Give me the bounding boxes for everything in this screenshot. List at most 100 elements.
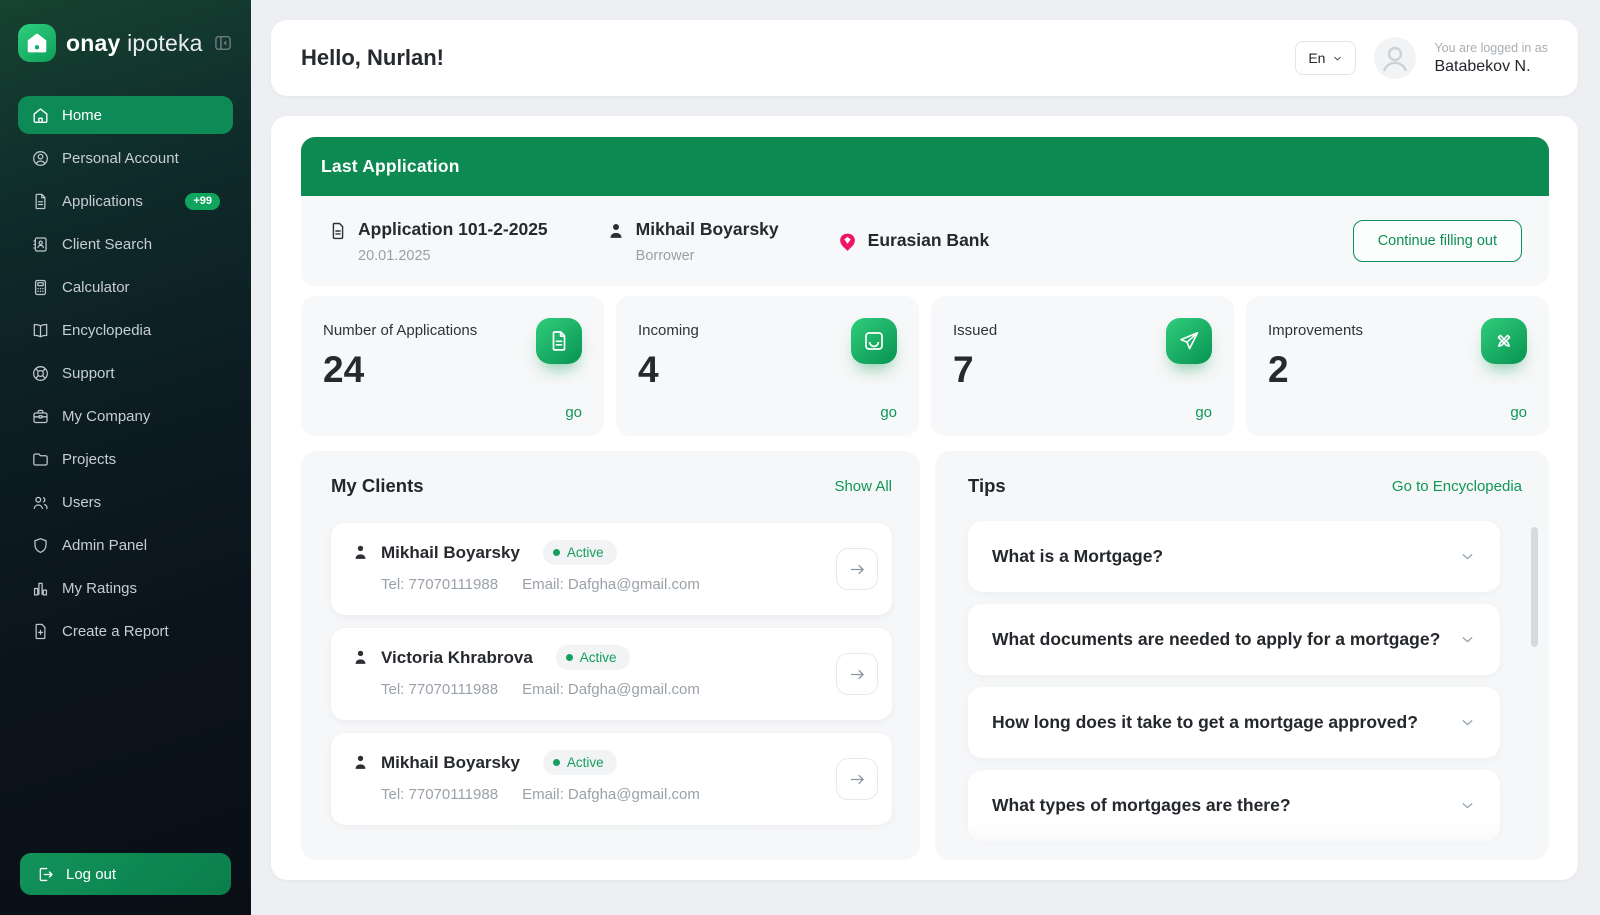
crossed-pencils-icon [1481,318,1527,364]
calculator-icon [31,278,50,297]
page-title: Hello, Nurlan! [301,45,445,70]
client-open-button[interactable] [836,758,878,800]
house-logo-icon [25,31,49,55]
sidebar-item-label: Encyclopedia [62,321,152,339]
sidebar-item-label: My Company [62,407,151,425]
paper-plane-icon [1166,318,1212,364]
faq-question: What documents are needed to apply for a… [992,629,1441,649]
brand-bold: onay [66,29,121,56]
sidebar-item-applications[interactable]: Applications +99 [18,182,233,220]
status-badge: Active [555,645,630,670]
go-link[interactable]: go [565,404,582,421]
sidebar-item-support[interactable]: Support [18,354,233,392]
dashboard-card: Last Application Application 101-2-2025 … [271,116,1578,880]
stat-card-incoming: Incoming 4 go [616,296,919,436]
borrower-name: Mikhail Boyarsky [635,218,779,239]
faq-item[interactable]: How long does it take to get a mortgage … [968,687,1500,758]
sidebar-collapse-button[interactable] [213,33,233,53]
home-icon [31,106,50,125]
sidebar-item-my-company[interactable]: My Company [18,397,233,435]
status-dot [552,759,560,766]
client-email: Email: Dafgha@gmail.com [522,681,700,698]
client-name: Victoria Khrabrova [381,647,533,667]
status-text: Active [566,545,604,560]
sidebar-item-label: Projects [62,450,117,468]
sidebar: onay ipoteka Home Personal Account Appli… [0,0,251,915]
logout-button[interactable]: Log out [20,853,231,895]
sidebar-item-calculator[interactable]: Calculator [18,268,233,306]
chevron-down-icon [1459,797,1476,814]
avatar[interactable] [1374,37,1417,79]
lifebuoy-icon [31,364,50,383]
users-icon [31,493,50,512]
faq-question: What is a Mortgage? [992,546,1164,566]
sidebar-item-admin-panel[interactable]: Admin Panel [18,526,233,564]
contact-book-icon [31,235,50,254]
client-card: Mikhail Boyarsky Active Tel: 77070111988… [331,733,892,825]
client-list: Mikhail Boyarsky Active Tel: 77070111988… [331,523,892,825]
faq-question: What types of mortgages are there? [992,795,1291,815]
panel-collapse-icon [213,33,233,53]
go-link[interactable]: go [1195,404,1212,421]
sidebar-item-label: My Ratings [62,579,138,597]
document-icon [31,192,50,211]
go-to-encyclopedia-link[interactable]: Go to Encyclopedia [1392,478,1522,495]
scrollbar-thumb[interactable] [1531,527,1538,647]
client-open-button[interactable] [836,653,878,695]
status-text: Active [566,755,604,770]
sidebar-item-label: Applications [62,192,143,210]
tips-panel: Tips Go to Encyclopedia What is a Mortga… [935,451,1549,860]
bank-pin-icon [837,232,858,253]
faq-item[interactable]: What is a Mortgage? [968,521,1500,592]
sidebar-item-label: Calculator [62,278,130,296]
login-caption: You are logged in as [1434,40,1548,55]
client-tel: Tel: 77070111988 [381,576,499,593]
sidebar-item-projects[interactable]: Projects [18,440,233,478]
tips-title: Tips [968,475,1006,496]
status-badge: Active [542,540,617,565]
client-contacts: Tel: 77070111988 Email: Dafgha@gmail.com [351,681,822,698]
tips-panel-head: Tips Go to Encyclopedia [968,475,1522,497]
client-open-button[interactable] [836,548,878,590]
sidebar-item-client-search[interactable]: Client Search [18,225,233,263]
sidebar-item-home[interactable]: Home [18,96,233,134]
bar-chart-icon [31,579,50,598]
sidebar-item-encyclopedia[interactable]: Encyclopedia [18,311,233,349]
sidebar-item-label: Admin Panel [62,536,148,554]
my-clients-panel: My Clients Show All Mikhail Boyarsky Act… [301,451,920,860]
go-link[interactable]: go [1510,404,1527,421]
sidebar-item-users[interactable]: Users [18,483,233,521]
chevron-down-icon [1459,548,1476,565]
status-dot [552,549,560,556]
language-selector[interactable]: En [1295,41,1357,75]
status-dot [565,654,573,661]
last-application-banner: Last Application Application 101-2-2025 … [301,137,1549,286]
client-contacts: Tel: 77070111988 Email: Dafgha@gmail.com [351,576,822,593]
continue-filling-out-button[interactable]: Continue filling out [1352,220,1522,262]
go-link[interactable]: go [880,404,897,421]
app-root: onay ipoteka Home Personal Account Appli… [0,0,1600,915]
login-info: You are logged in as Batabekov N. [1434,41,1548,76]
borrower-info: Mikhail Boyarsky Borrower [606,219,779,264]
faq-question: How long does it take to get a mortgage … [992,712,1418,732]
folder-icon [31,450,50,469]
open-book-icon [31,321,50,340]
faq-item[interactable]: What documents are needed to apply for a… [968,604,1500,675]
sidebar-item-label: Users [62,493,102,511]
sidebar-item-create-a-report[interactable]: Create a Report [18,612,233,650]
client-tel: Tel: 77070111988 [381,681,499,698]
sidebar-item-my-ratings[interactable]: My Ratings [18,569,233,607]
show-all-link[interactable]: Show All [834,478,892,495]
chevron-down-icon [1459,714,1476,731]
client-tel: Tel: 77070111988 [381,786,499,803]
client-top: Mikhail Boyarsky Active [351,540,822,565]
file-icon [536,318,582,364]
file-plus-icon [31,622,50,641]
clients-title: My Clients [331,475,424,496]
sidebar-item-personal-account[interactable]: Personal Account [18,139,233,177]
client-email: Email: Dafgha@gmail.com [522,786,700,803]
faq-item[interactable]: What types of mortgages are there? [968,770,1500,841]
client-name: Mikhail Boyarsky [381,752,520,772]
banner-title: Last Application [321,156,460,176]
application-info: Application 101-2-2025 20.01.2025 [328,219,548,264]
